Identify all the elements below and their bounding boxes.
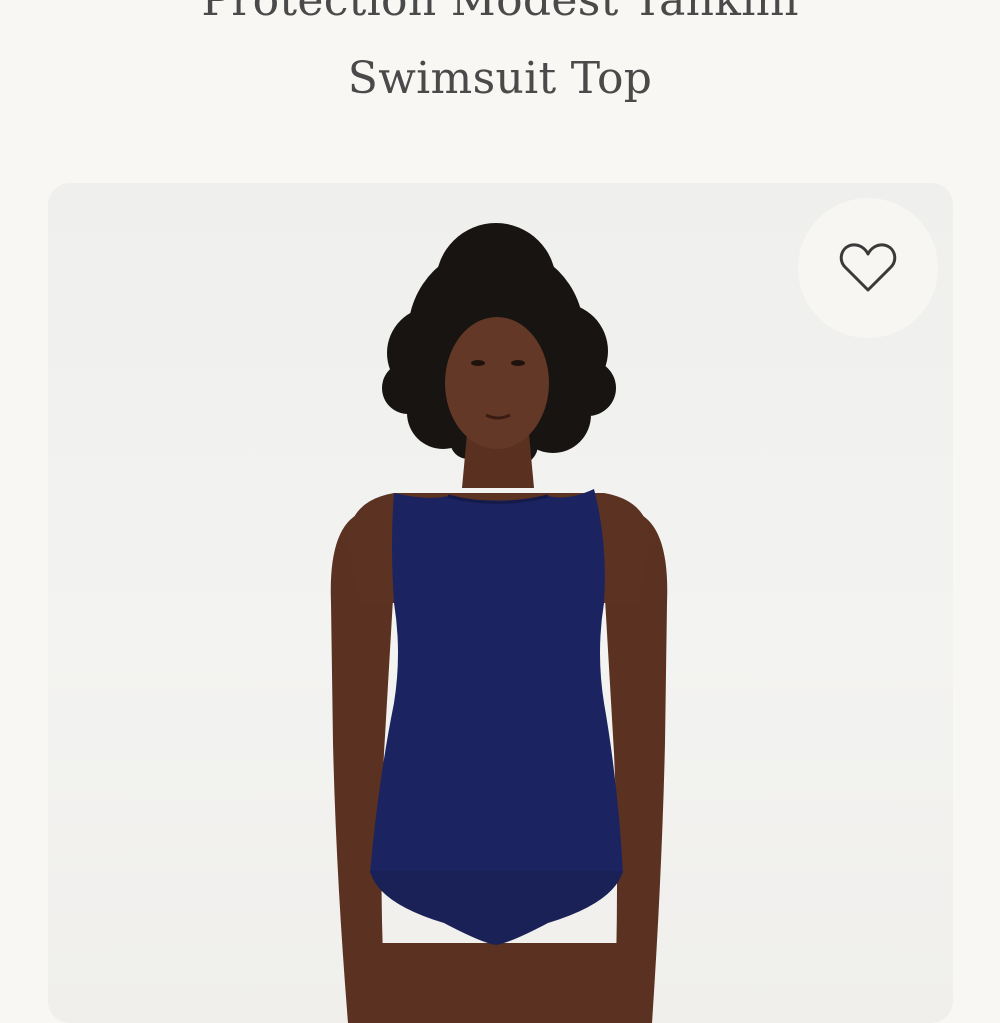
favorite-button[interactable]: [798, 198, 938, 338]
tankini-top: [370, 489, 623, 873]
heart-outline-icon: [839, 243, 897, 292]
bikini-bottom: [370, 871, 623, 945]
product-title: Protection Modest Tankini Swimsuit Top: [0, 0, 1000, 118]
product-title-line-2: Swimsuit Top: [347, 53, 653, 104]
product-image[interactable]: [48, 183, 953, 1023]
product-title-line-1: Protection Modest Tankini: [201, 0, 799, 26]
